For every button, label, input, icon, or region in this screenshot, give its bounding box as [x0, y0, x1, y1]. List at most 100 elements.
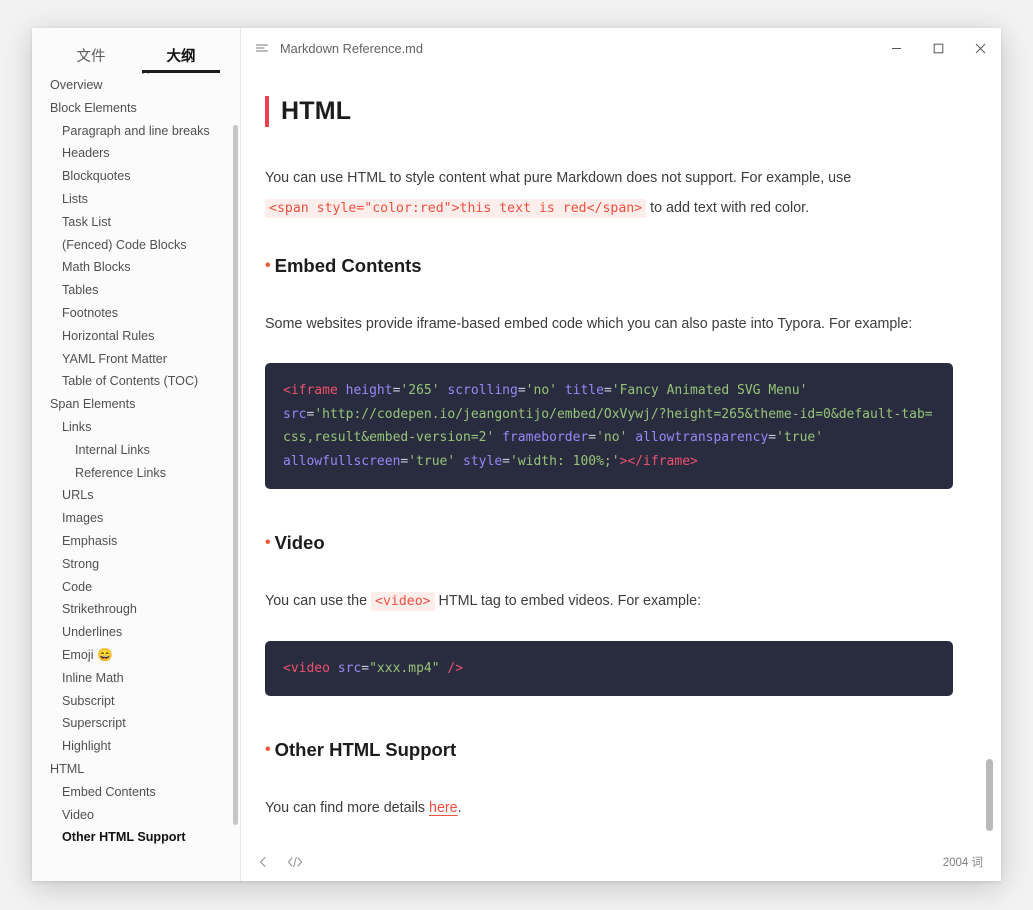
heading-video-label: Video	[274, 532, 325, 554]
tab-files[interactable]: 文件	[46, 45, 136, 73]
outline-item[interactable]: Table of Contents (TOC)	[32, 370, 240, 393]
outline-item[interactable]: Emoji 😄	[32, 644, 240, 667]
other-text-before: You can find more details	[265, 800, 429, 817]
maximize-button[interactable]	[917, 28, 959, 68]
outline-item[interactable]: Strikethrough	[32, 598, 240, 621]
typora-window: 文件 大纲 Markdown For TyporaOverviewBlock E…	[32, 28, 1001, 881]
code-block-video[interactable]: <video src="xxx.mp4" />	[265, 640, 953, 697]
outline-item[interactable]: Tables	[32, 279, 240, 302]
code-token: 'Fancy Animated SVG Menu'	[611, 383, 808, 399]
outline-item[interactable]: Lists	[32, 188, 240, 211]
code-block-iframe[interactable]: <iframe height='265' scrolling='no' titl…	[265, 363, 953, 490]
outline-item[interactable]: Code	[32, 576, 240, 599]
source-code-icon[interactable]	[287, 854, 303, 870]
outline-item[interactable]: Subscript	[32, 690, 240, 713]
video-text-before: You can use the	[265, 592, 371, 609]
outline-item[interactable]: Block Elements	[32, 97, 240, 120]
outline-item[interactable]: Video	[32, 804, 240, 827]
code-token: =	[603, 383, 612, 399]
outline-item[interactable]: Highlight	[32, 735, 240, 758]
document-outline-icon[interactable]	[253, 39, 271, 57]
outline-item[interactable]: YAML Front Matter	[32, 348, 240, 371]
code-token: 'true'	[776, 430, 824, 446]
outline-item[interactable]: Embed Contents	[32, 781, 240, 804]
code-token: "xxx.mp4"	[369, 660, 440, 676]
code-token: allowfullscreen	[283, 453, 401, 469]
code-token: allowtransparency	[635, 430, 769, 446]
document-scroll-area[interactable]: HTML You can use HTML to style content w…	[241, 68, 1001, 843]
outline-item[interactable]: Emphasis	[32, 530, 240, 553]
video-paragraph: You can use the <video> HTML tag to embe…	[265, 586, 953, 617]
code-token: <video	[283, 660, 330, 676]
window-title: Markdown Reference.md	[280, 40, 423, 56]
code-token: scrolling	[447, 383, 518, 399]
code-token: title	[564, 383, 604, 399]
code-token: '265'	[400, 383, 440, 399]
outline-item[interactable]: Blockquotes	[32, 165, 240, 188]
heading-embed-contents-label: Embed Contents	[274, 255, 422, 277]
embed-paragraph: Some websites provide iframe-based embed…	[265, 316, 913, 333]
outline-list: Markdown For TyporaOverviewBlock Element…	[32, 73, 240, 849]
close-button[interactable]	[959, 28, 1001, 68]
code-token: =	[517, 383, 526, 399]
outline-item[interactable]: Superscript	[32, 712, 240, 735]
heading-embed-contents: • Embed Contents	[265, 254, 953, 279]
intro-text-before: You can use HTML to style content what p…	[265, 170, 852, 187]
status-bar-left	[255, 854, 303, 870]
sidebar-scrollbar[interactable]	[233, 125, 238, 825]
code-token: =	[588, 430, 597, 446]
outline-item[interactable]: Other HTML Support	[32, 826, 240, 849]
heading-video: • Video	[265, 531, 953, 556]
outline-item[interactable]: Reference Links	[32, 462, 240, 485]
code-token: <iframe	[283, 383, 338, 399]
outline-scroll-area[interactable]: Markdown For TyporaOverviewBlock Element…	[32, 73, 240, 881]
code-token: height	[345, 383, 393, 399]
code-token: src	[337, 660, 362, 676]
here-link[interactable]: here	[429, 800, 458, 816]
outline-item[interactable]: Footnotes	[32, 302, 240, 325]
page-title: HTML	[265, 96, 953, 128]
outline-item[interactable]: Underlines	[32, 621, 240, 644]
outline-item[interactable]: Horizontal Rules	[32, 325, 240, 348]
outline-item[interactable]: Links	[32, 416, 240, 439]
intro-paragraph: You can use HTML to style content what p…	[265, 163, 953, 224]
outline-item[interactable]: Math Blocks	[32, 256, 240, 279]
status-bar: 2004 词	[241, 843, 1001, 881]
window-controls	[875, 28, 1001, 68]
sidebar: 文件 大纲 Markdown For TyporaOverviewBlock E…	[32, 28, 241, 881]
outline-item[interactable]: URLs	[32, 484, 240, 507]
outline-item[interactable]: Span Elements	[32, 393, 240, 416]
outline-item[interactable]: Paragraph and line breaks	[32, 120, 240, 143]
outline-item[interactable]: HTML	[32, 758, 240, 781]
back-chevron-icon[interactable]	[255, 854, 271, 870]
heading-bullet-icon: •	[265, 741, 271, 759]
main-panel: Markdown Reference.md HTML You can use H…	[241, 28, 1001, 881]
word-count: 2004 词	[942, 857, 983, 869]
outline-item[interactable]: Strong	[32, 553, 240, 576]
minimize-button[interactable]	[875, 28, 917, 68]
tab-outline[interactable]: 大纲	[136, 45, 226, 73]
heading-bullet-icon: •	[265, 257, 271, 275]
video-text-after: HTML tag to embed videos. For example:	[434, 592, 702, 609]
code-token: 'no'	[525, 383, 557, 399]
outline-item[interactable]: Images	[32, 507, 240, 530]
code-token: =	[361, 660, 370, 676]
outline-item[interactable]: Internal Links	[32, 439, 240, 462]
code-token: src	[283, 406, 307, 422]
document-body: HTML You can use HTML to style content w…	[265, 68, 953, 843]
outline-item[interactable]: Inline Math	[32, 667, 240, 690]
other-paragraph: You can find more details here.	[265, 793, 953, 823]
code-token: =	[768, 430, 777, 446]
code-token: 'true'	[408, 453, 456, 469]
outline-item[interactable]: Headers	[32, 142, 240, 165]
outline-item[interactable]: Overview	[32, 74, 240, 97]
heading-other-html-support: • Other HTML Support	[265, 738, 953, 763]
outline-item[interactable]: (Fenced) Code Blocks	[32, 234, 240, 257]
document-scrollbar[interactable]	[986, 759, 993, 831]
outline-item[interactable]: Task List	[32, 211, 240, 234]
code-token: 'width: 100%;'	[510, 453, 620, 469]
